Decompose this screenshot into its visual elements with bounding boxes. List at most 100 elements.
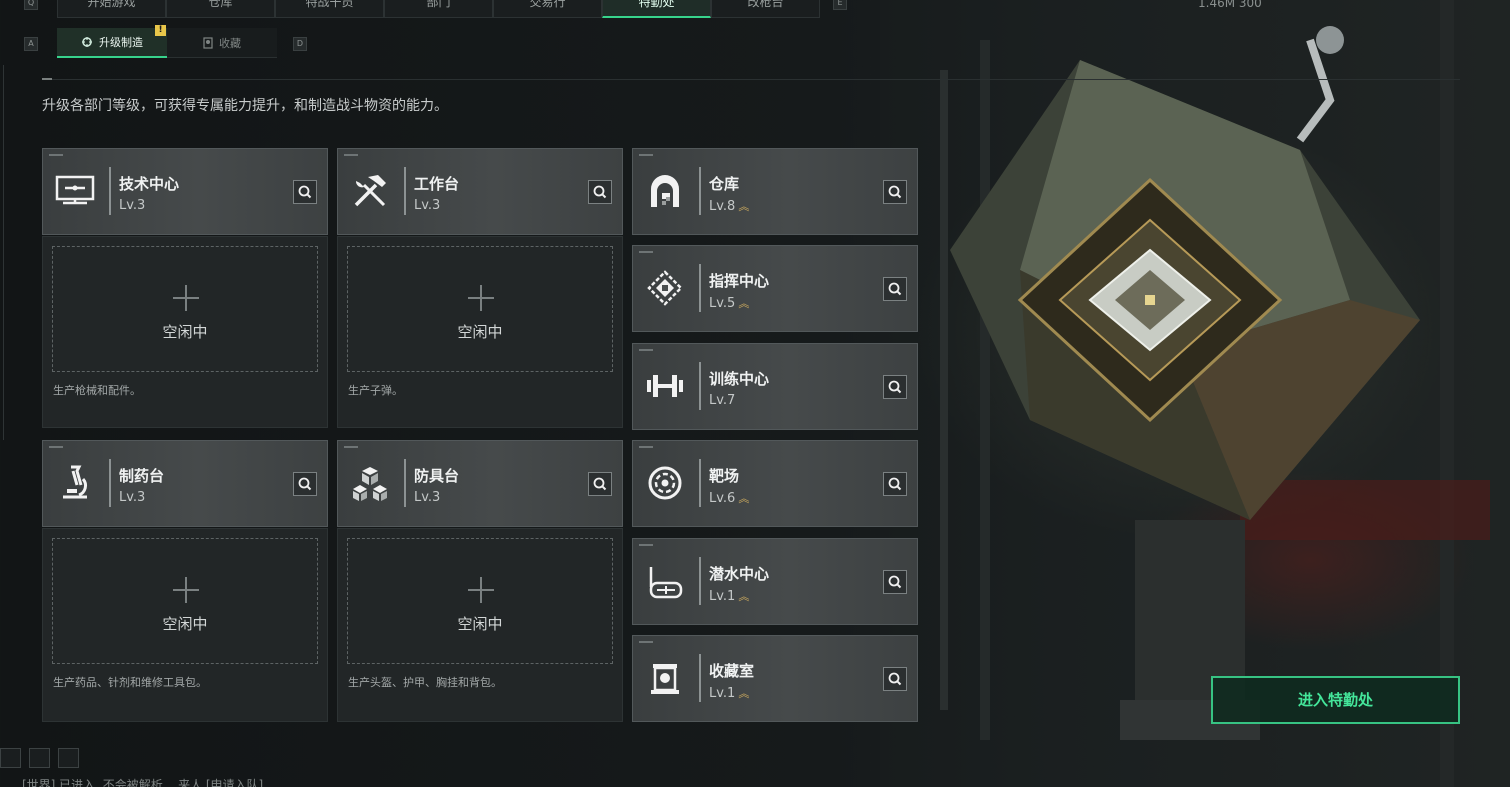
tab-gunsmith[interactable]: 改枪台 bbox=[711, 0, 820, 18]
dept-card-diving-center[interactable]: 潜水中心 Lv.1 ︽ bbox=[632, 538, 918, 625]
dept-name: 收藏室 bbox=[709, 662, 755, 680]
subtab-upgrade-craft[interactable]: 升级制造 ! bbox=[57, 25, 167, 58]
upgrade-available-icon: ︽ bbox=[738, 687, 749, 700]
dept-name: 技术中心 bbox=[119, 175, 180, 193]
tab-special-service[interactable]: 特勤处 bbox=[602, 0, 711, 18]
alert-badge: ! bbox=[155, 25, 166, 36]
add-icon bbox=[468, 577, 494, 603]
bottom-shortcuts bbox=[0, 748, 79, 768]
dept-card-collection-room[interactable]: 收藏室 Lv.1 ︽ bbox=[632, 635, 918, 722]
slot-status: 空闲中 bbox=[457, 615, 503, 633]
card-divider bbox=[699, 362, 701, 410]
dept-name: 指挥中心 bbox=[709, 272, 770, 290]
dept-card-command-center[interactable]: 指挥中心 Lv.5 ︽ bbox=[632, 245, 918, 332]
card-divider bbox=[109, 167, 111, 215]
command-center-icon bbox=[647, 270, 683, 306]
card-divider bbox=[699, 654, 701, 702]
dept-name: 工作台 bbox=[414, 175, 460, 193]
tab-departments[interactable]: 部门 bbox=[384, 0, 493, 18]
slot-description: 生产枪械和配件。 bbox=[53, 384, 141, 397]
card-divider bbox=[404, 459, 406, 507]
next-subtab-key[interactable]: D bbox=[293, 37, 307, 51]
dept-card-armor-bench[interactable]: 防具台 Lv.3 bbox=[337, 440, 623, 527]
inspect-button[interactable] bbox=[883, 277, 907, 301]
tab-warehouse[interactable]: 仓库 bbox=[166, 0, 275, 18]
department-cube-artwork bbox=[880, 0, 1510, 787]
upgrade-available-icon: ︽ bbox=[738, 200, 749, 213]
card-divider bbox=[109, 459, 111, 507]
prev-tab-key[interactable]: Q bbox=[24, 0, 38, 10]
dept-card-shooting-range[interactable]: 靶场 Lv.6 ︽ bbox=[632, 440, 918, 527]
next-tab-key[interactable]: E bbox=[833, 0, 847, 10]
prev-subtab-key[interactable]: A bbox=[24, 37, 38, 51]
production-slot-tech-center: 空闲中 生产枪械和配件。 bbox=[42, 236, 328, 428]
armor-bench-icon bbox=[353, 467, 387, 501]
inspect-button[interactable] bbox=[883, 570, 907, 594]
dept-card-workbench[interactable]: 工作台 Lv.3 bbox=[337, 148, 623, 235]
tab-trading[interactable]: 交易行 bbox=[493, 0, 602, 18]
inspect-button[interactable] bbox=[883, 472, 907, 496]
production-slot-workbench: 空闲中 生产子弹。 bbox=[337, 236, 623, 428]
tab-operators[interactable]: 特战干员 bbox=[275, 0, 384, 18]
inspect-button[interactable] bbox=[588, 472, 612, 496]
dept-level: Lv.3 bbox=[119, 198, 146, 213]
dept-level: Lv.8 ︽ bbox=[709, 199, 749, 214]
inspect-button[interactable] bbox=[883, 375, 907, 399]
search-icon bbox=[888, 477, 902, 491]
upgrade-available-icon: ︽ bbox=[738, 492, 749, 505]
sub-nav: 升级制造 ! 收藏 bbox=[57, 25, 277, 58]
shooting-range-icon bbox=[648, 466, 682, 500]
shortcut-button[interactable] bbox=[29, 748, 50, 768]
upgrade-available-icon: ︽ bbox=[738, 590, 749, 603]
shortcut-button[interactable] bbox=[0, 748, 21, 768]
dept-card-training-center[interactable]: 训练中心 Lv.7 bbox=[632, 343, 918, 430]
pharmacy-icon bbox=[63, 465, 88, 499]
search-icon bbox=[888, 575, 902, 589]
shortcut-button[interactable] bbox=[58, 748, 79, 768]
warehouse-icon bbox=[651, 175, 679, 207]
inspect-button[interactable] bbox=[883, 667, 907, 691]
frame-border bbox=[3, 65, 4, 440]
idle-slot[interactable]: 空闲中 bbox=[347, 246, 613, 372]
inspect-button[interactable] bbox=[293, 472, 317, 496]
currency-display: 1.46M 300 bbox=[1198, 0, 1262, 10]
slot-description: 生产子弹。 bbox=[348, 384, 403, 397]
production-slot-armor-bench: 空闲中 生产头盔、护甲、胸挂和背包。 bbox=[337, 528, 623, 722]
inspect-button[interactable] bbox=[588, 180, 612, 204]
subtab-collection-label: 收藏 bbox=[219, 36, 241, 50]
idle-slot[interactable]: 空闲中 bbox=[347, 538, 613, 664]
search-icon bbox=[888, 672, 902, 686]
idle-slot[interactable]: 空闲中 bbox=[52, 246, 318, 372]
inspect-button[interactable] bbox=[293, 180, 317, 204]
card-divider bbox=[699, 167, 701, 215]
dept-level: Lv.1 ︽ bbox=[709, 589, 749, 604]
tab-start-game[interactable]: 开始游戏 bbox=[57, 0, 166, 18]
subtab-upgrade-label: 升级制造 bbox=[99, 36, 143, 49]
dept-card-warehouse[interactable]: 仓库 Lv.8 ︽ bbox=[632, 148, 918, 235]
upgrade-icon bbox=[82, 37, 92, 47]
dept-level: Lv.3 bbox=[119, 490, 146, 505]
card-divider bbox=[699, 264, 701, 312]
dept-name: 训练中心 bbox=[709, 370, 770, 388]
slot-description: 生产头盔、护甲、胸挂和背包。 bbox=[348, 676, 502, 689]
dept-card-tech-center[interactable]: 技术中心 Lv.3 bbox=[42, 148, 328, 235]
slot-status: 空闲中 bbox=[162, 323, 208, 341]
collection-room-icon bbox=[651, 664, 679, 694]
enter-special-service-button[interactable]: 进入特勤处 bbox=[1211, 676, 1460, 724]
add-icon bbox=[468, 285, 494, 311]
card-divider bbox=[404, 167, 406, 215]
subtab-collection[interactable]: 收藏 bbox=[167, 28, 277, 58]
search-icon bbox=[888, 185, 902, 199]
dept-name: 防具台 bbox=[414, 467, 460, 485]
idle-slot[interactable]: 空闲中 bbox=[52, 538, 318, 664]
page-subtitle: 升级各部门等级，可获得专属能力提升，和制造战斗物资的能力。 bbox=[42, 98, 448, 114]
dept-card-pharmacy[interactable]: 制药台 Lv.3 bbox=[42, 440, 328, 527]
card-divider bbox=[699, 557, 701, 605]
card-divider bbox=[699, 459, 701, 507]
slot-description: 生产药品、针剂和维修工具包。 bbox=[53, 676, 207, 689]
chat-line[interactable]: [世界] 已进入, 不会被解析... 来人 [申请入队] bbox=[22, 776, 263, 787]
production-slot-pharmacy: 空闲中 生产药品、针剂和维修工具包。 bbox=[42, 528, 328, 722]
inspect-button[interactable] bbox=[883, 180, 907, 204]
slot-status: 空闲中 bbox=[162, 615, 208, 633]
dept-level: Lv.3 bbox=[414, 490, 441, 505]
